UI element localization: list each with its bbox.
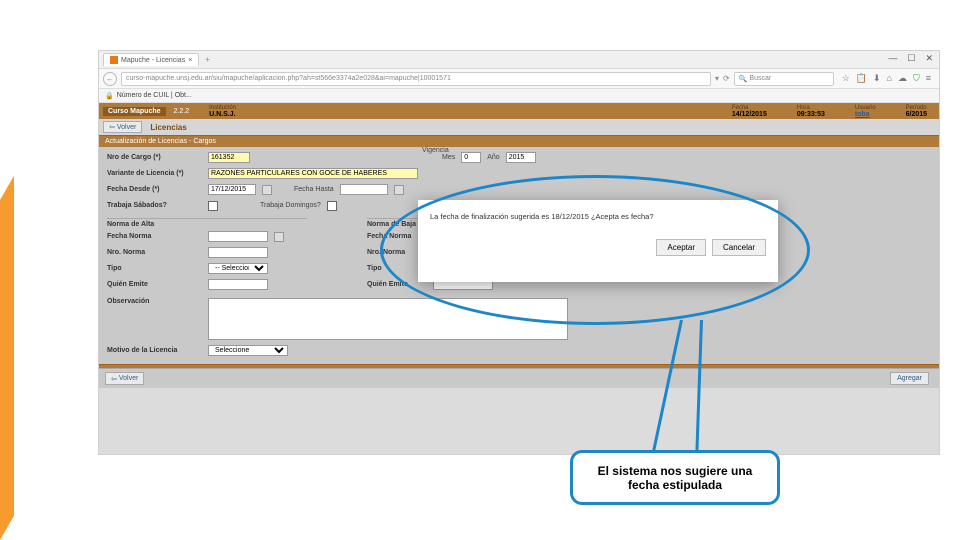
url-text: curso-mapuche.unsj.edu.ar/siu/mapuche/ap… — [126, 75, 451, 82]
app-header: Curso Mapuche 2.2.2 InstituciónU.N.S.J. … — [99, 103, 939, 119]
tab-title: Mapuche - Licencias — [121, 57, 185, 64]
back-arrow-icon: ⇦ — [111, 375, 117, 383]
usuario-value: toba — [855, 111, 876, 118]
variante-label: Variante de Licencia (*) — [107, 170, 202, 177]
volver-button[interactable]: ⇦Volver — [103, 121, 142, 133]
quien-alta-input[interactable] — [208, 279, 268, 290]
window-min-icon[interactable]: — — [888, 53, 897, 64]
trabaja-domingos-label: Trabaja Domingos? — [260, 202, 321, 209]
cancelar-button[interactable]: Cancelar — [712, 239, 766, 256]
cloud-icon[interactable]: ☁ — [898, 73, 907, 84]
fecha-value: 14/12/2015 — [732, 111, 767, 118]
mes-input[interactable] — [461, 152, 481, 163]
motivo-label: Motivo de la Licencia — [107, 347, 202, 354]
window-close-icon[interactable]: ✕ — [925, 53, 933, 64]
slide-accent-stripe — [0, 176, 14, 540]
tipo-alta-select[interactable]: -- Seleccione -- — [208, 263, 268, 274]
observacion-textarea[interactable] — [208, 298, 568, 340]
fecha-hasta-input[interactable] — [340, 184, 388, 195]
callout-text: El sistema nos sugiere una fecha estipul… — [581, 464, 769, 492]
anio-input[interactable] — [506, 152, 536, 163]
download-icon[interactable]: ⬇ — [873, 73, 881, 84]
bookmark-bar: 🔒 Número de CUIL | Obt... — [99, 89, 939, 103]
quien-baja-label: Quién Emite — [367, 281, 427, 288]
tab-strip: Mapuche - Licencias × + — ☐ ✕ — [99, 51, 939, 69]
observacion-label: Observación — [107, 298, 202, 305]
trabaja-sabados-label: Trabaja Sábados? — [107, 202, 202, 209]
variante-input[interactable] — [208, 168, 418, 179]
app-version: 2.2.2 — [174, 108, 190, 115]
fecha-desde-label: Fecha Desde (*) — [107, 186, 202, 193]
lock-icon: 🔒 — [105, 92, 114, 100]
page-title: Licencias — [150, 123, 186, 132]
back-button[interactable]: ← — [103, 72, 117, 86]
anio-label: Año — [487, 154, 499, 161]
hora-value: 09:33:53 — [797, 111, 825, 118]
reload-icon[interactable]: ⟳ — [723, 74, 730, 83]
bottom-bar: ⇦Volver Agregar — [99, 368, 939, 388]
motivo-select[interactable]: Seleccione — [208, 345, 288, 356]
window-max-icon[interactable]: ☐ — [907, 53, 915, 64]
calendar-icon[interactable] — [394, 185, 404, 195]
dialog-message: La fecha de finalización sugerida es 18/… — [430, 212, 766, 221]
fecha-hasta-label: Fecha Hasta — [294, 186, 334, 193]
volver-bottom-button[interactable]: ⇦Volver — [105, 372, 144, 385]
domingos-checkbox[interactable] — [327, 201, 337, 211]
nro-cargo-input[interactable] — [208, 152, 250, 163]
new-tab-button[interactable]: + — [201, 55, 214, 64]
search-icon: 🔍 — [739, 75, 748, 83]
tipo-alta-label: Tipo — [107, 265, 202, 272]
app-logo: Curso Mapuche — [103, 107, 166, 116]
menu-icon[interactable]: ≡ — [926, 73, 931, 84]
section-title: Actualización de Licencias - Cargos — [99, 135, 939, 147]
dropdown-icon[interactable]: ▾ — [715, 74, 719, 83]
shield-icon[interactable]: ⛉ — [913, 73, 920, 84]
fecha-desde-input[interactable] — [208, 184, 256, 195]
quien-alta-label: Quién Emite — [107, 281, 202, 288]
bookmark-item[interactable]: Número de CUIL | Obt... — [117, 92, 192, 99]
home-icon[interactable]: ⌂ — [887, 73, 892, 84]
url-input[interactable]: curso-mapuche.unsj.edu.ar/siu/mapuche/ap… — [121, 72, 711, 86]
fecha-norma-alta-input[interactable] — [208, 231, 268, 242]
calendar-icon[interactable] — [274, 232, 284, 242]
periodo-value: 6/2015 — [906, 111, 927, 118]
confirm-dialog: La fecha de finalización sugerida es 18/… — [418, 200, 778, 282]
aceptar-button[interactable]: Aceptar — [656, 239, 706, 256]
nro-norma-alta-label: Nro. Norma — [107, 249, 202, 256]
institucion-value: U.N.S.J. — [209, 111, 236, 118]
browser-tab[interactable]: Mapuche - Licencias × — [103, 53, 199, 66]
calendar-icon[interactable] — [262, 185, 272, 195]
favicon-icon — [110, 56, 118, 64]
nro-cargo-label: Nro de Cargo (*) — [107, 154, 202, 161]
tab-close-icon[interactable]: × — [188, 57, 192, 64]
address-bar: ← curso-mapuche.unsj.edu.ar/siu/mapuche/… — [99, 69, 939, 89]
norma-alta-title: Norma de Alta — [107, 218, 307, 228]
callout-bubble: El sistema nos sugiere una fecha estipul… — [570, 450, 780, 505]
fecha-norma-alta-label: Fecha Norma — [107, 233, 202, 240]
mes-label: Mes — [442, 154, 455, 161]
agregar-button[interactable]: Agregar — [890, 372, 929, 385]
nro-norma-alta-input[interactable] — [208, 247, 268, 258]
sabados-checkbox[interactable] — [208, 201, 218, 211]
back-arrow-icon: ⇦ — [109, 123, 115, 131]
vigencia-legend: Vigencia — [422, 147, 449, 154]
star-icon[interactable]: ☆ — [842, 73, 850, 84]
clipboard-icon[interactable]: 📋 — [856, 73, 867, 84]
search-input[interactable]: 🔍 Buscar — [734, 72, 834, 86]
search-placeholder: Buscar — [749, 75, 771, 82]
subheader: ⇦Volver Licencias — [99, 119, 939, 135]
